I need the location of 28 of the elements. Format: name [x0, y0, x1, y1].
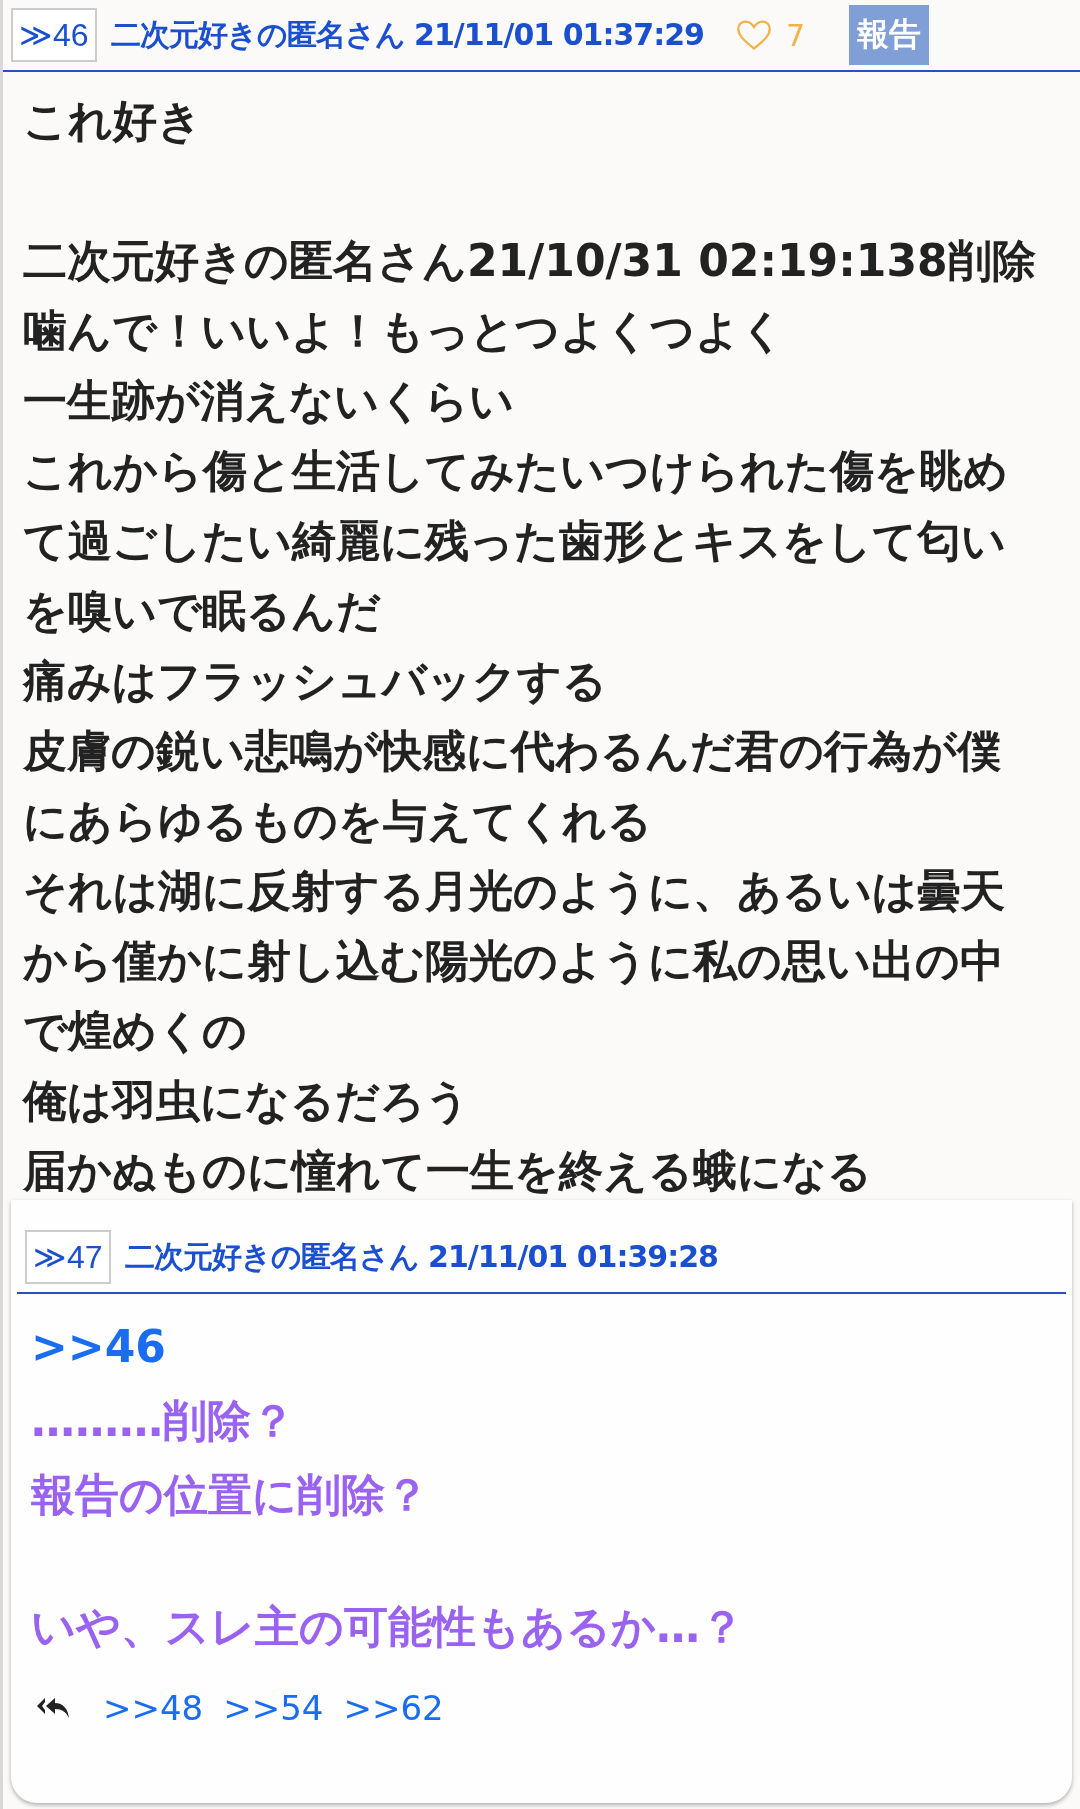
post-text-line: 俺は羽虫になるだろう [23, 1074, 471, 1128]
post-text-line: 一生跡が消えないくらい [23, 374, 515, 428]
post-text-line: これから傷と生活してみたいつけられた傷を眺め [23, 444, 1009, 498]
post-text-line: 皮膚の鋭い悲鳴が快感に代わるんだ君の行為が僕 [23, 724, 1002, 778]
post-author-date: 二次元好きの匿名さん 21/11/01 01:37:29 [110, 15, 704, 54]
post-text-line: 二次元好きの匿名さん21/10/31 02:19:138削除 [23, 234, 1037, 288]
reply-text-line: いや、スレ主の可能性もあるか…？ [31, 1600, 745, 1654]
post-text-line: 噛んで！いいよ！もっとつよくつよく [23, 304, 786, 358]
reply-link[interactable]: >>54 [223, 1688, 324, 1728]
reply-text-line: ………削除？ [31, 1394, 296, 1448]
report-button[interactable]: 報告 [849, 5, 929, 65]
post-number[interactable]: ≫46 [11, 8, 97, 62]
post-text-line: から僅かに射し込む陽光のように私の思い出の中 [23, 934, 1005, 988]
post-author-date: 二次元好きの匿名さん 21/11/01 01:39:28 [124, 1237, 718, 1276]
post-text-line: にあらゆるものを与えてくれる [23, 794, 653, 848]
post-text-line: で煌めくの [23, 1004, 248, 1058]
post-text-line: これ好き [23, 94, 203, 148]
post-number[interactable]: ≫47 [25, 1230, 111, 1284]
reply-link[interactable]: >>62 [343, 1688, 444, 1728]
post-text-line: 痛みはフラッシュバックする [23, 654, 608, 708]
like-count: 7 [785, 17, 805, 53]
reply-text-line: 報告の位置に削除？ [31, 1468, 430, 1522]
reply-link[interactable]: >>48 [103, 1688, 204, 1728]
quote-link[interactable]: >>46 [31, 1310, 1052, 1384]
post-text-line: を嗅いで眠るんだ [23, 584, 382, 638]
post-text-line: て過ごしたい綺麗に残った歯形とキスをして匂い [23, 514, 1007, 568]
post-text-line: それは湖に反射する月光のように、あるいは曇天 [23, 864, 1006, 918]
post-text-line: 届かぬものに憧れて一生を終える蛾になる [23, 1144, 873, 1198]
